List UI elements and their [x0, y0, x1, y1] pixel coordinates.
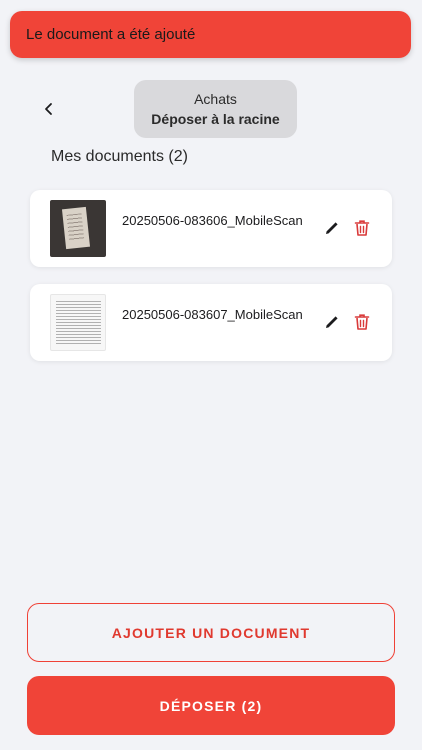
document-name: 20250506-083606_MobileScan [122, 213, 303, 228]
add-document-label: AJOUTER UN DOCUMENT [111, 624, 311, 641]
submit-label: DÉPOSER (2) [159, 697, 263, 714]
document-thumbnail [50, 200, 106, 257]
section-title: Mes documents (2) [51, 148, 188, 165]
delete-button[interactable] [350, 310, 374, 334]
pencil-icon [326, 316, 338, 328]
breadcrumb[interactable]: Achats Déposer à la racine [134, 80, 297, 138]
back-button[interactable] [36, 96, 62, 122]
breadcrumb-action: Déposer à la racine [151, 111, 280, 127]
delete-button[interactable] [350, 216, 374, 240]
edit-button[interactable] [320, 310, 344, 334]
toast-notification: Le document a été ajouté [10, 11, 411, 58]
add-document-button[interactable]: AJOUTER UN DOCUMENT [27, 603, 395, 662]
document-thumbnail [50, 294, 106, 351]
document-card[interactable]: 20250506-083607_MobileScan [30, 284, 392, 361]
document-name: 20250506-083607_MobileScan [122, 307, 303, 322]
chevron-left-icon [45, 103, 52, 115]
edit-button[interactable] [320, 216, 344, 240]
trash-icon [354, 220, 370, 236]
breadcrumb-folder: Achats [194, 91, 237, 107]
submit-button[interactable]: DÉPOSER (2) [27, 676, 395, 735]
trash-icon [354, 314, 370, 330]
pencil-icon [326, 222, 338, 234]
toast-message: Le document a été ajouté [26, 26, 196, 43]
document-card[interactable]: 20250506-083606_MobileScan [30, 190, 392, 267]
